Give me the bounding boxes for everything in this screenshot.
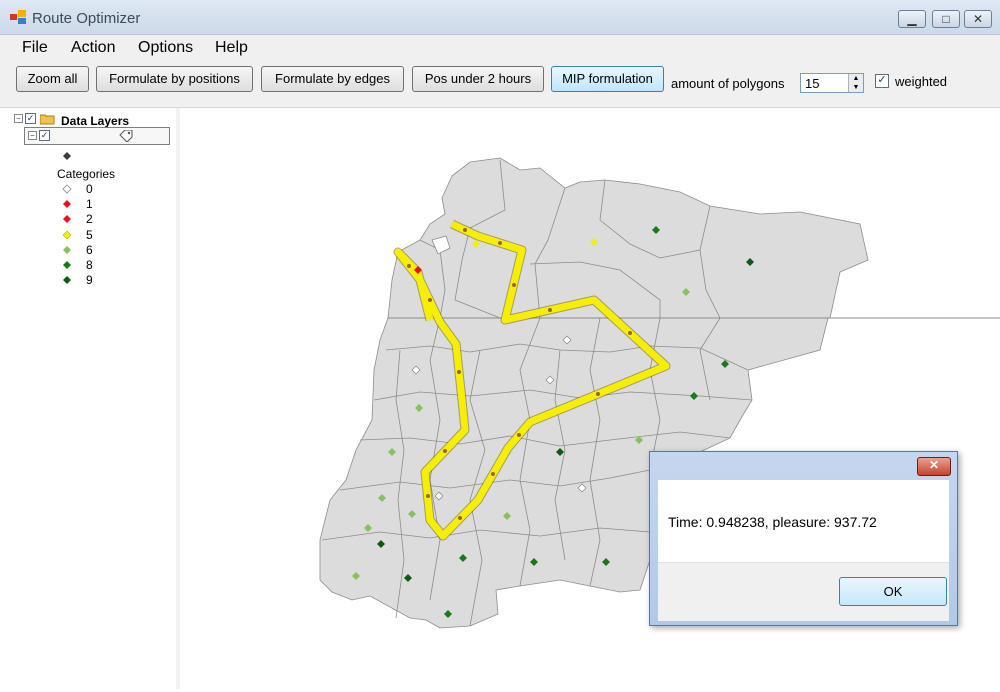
menu-action[interactable]: Action [71, 39, 115, 57]
category-9-label: 9 [86, 273, 93, 287]
category-6-label: 6 [86, 243, 93, 257]
route-arrow [512, 283, 516, 287]
map-region [387, 157, 869, 319]
zoom-all-button[interactable]: Zoom all [16, 66, 89, 92]
route-arrow [407, 264, 411, 268]
formulate-by-edges-button[interactable]: Formulate by edges [261, 66, 404, 92]
category-2-label: 2 [86, 212, 93, 226]
menu-file[interactable]: File [22, 39, 48, 57]
route-arrow [596, 392, 600, 396]
tree-expander-icon[interactable]: − [14, 114, 23, 123]
dialog-body: Time: 0.948238, pleasure: 937.72 OK [658, 480, 949, 621]
route-arrow [548, 308, 552, 312]
category-0-label: 0 [86, 182, 93, 196]
polygons-label: amount of polygons [671, 76, 785, 91]
result-dialog: ✕ Time: 0.948238, pleasure: 937.72 OK [649, 451, 958, 626]
window-title: Route Optimizer [32, 10, 141, 27]
route-arrow [428, 298, 432, 302]
route-arrow [443, 449, 447, 453]
formulate-by-positions-button[interactable]: Formulate by positions [96, 66, 253, 92]
category-5-label: 5 [86, 228, 93, 242]
layers-checkbox[interactable]: ✓ [25, 113, 36, 124]
layer-row[interactable]: − ✓ [24, 127, 170, 145]
route-arrow [498, 241, 502, 245]
polygons-value[interactable]: 15 [805, 76, 819, 91]
pos-under-2-hours-button[interactable]: Pos under 2 hours [412, 66, 544, 92]
route-arrow [458, 516, 462, 520]
route-arrow [463, 228, 467, 232]
route-arrow [426, 494, 430, 498]
menu-bar: File Action Options Help [0, 35, 1000, 59]
layer-checkbox[interactable]: ✓ [39, 130, 50, 141]
data-layers-label: Data Layers [61, 114, 130, 128]
category-8-swatch-icon [63, 261, 71, 269]
route-arrow [491, 472, 495, 476]
stepper-arrows-icon[interactable]: ▲ ▼ [848, 74, 863, 92]
maximize-button[interactable]: □ [932, 10, 960, 28]
layer-expander-icon[interactable]: − [28, 131, 37, 140]
dialog-footer: OK [658, 562, 949, 621]
category-8-label: 8 [86, 258, 93, 272]
mip-formulation-button[interactable]: MIP formulation [551, 66, 664, 92]
result-message: Time: 0.948238, pleasure: 937.72 [668, 514, 877, 530]
minimize-button[interactable]: ▁ [898, 10, 926, 28]
title-bar: Route Optimizer ▁ □ ✕ [0, 0, 1000, 35]
category-1-swatch-icon [63, 200, 71, 208]
category-9-swatch-icon [63, 276, 71, 284]
layer-symbol-icon [63, 152, 71, 160]
folder-icon [40, 114, 55, 125]
category-1-label: 1 [86, 197, 93, 211]
layers-panel: − ✓ Data Layers − ✓ Categories 0 1 2 5 6… [0, 108, 180, 689]
tag-icon [119, 130, 133, 142]
route-arrow [457, 370, 461, 374]
weighted-checkbox[interactable]: ✓ [875, 74, 889, 88]
polygons-stepper[interactable]: 15 ▲ ▼ [800, 73, 864, 93]
category-5-swatch-icon [62, 230, 72, 240]
app-icon [10, 10, 26, 24]
ok-button[interactable]: OK [839, 577, 947, 606]
close-window-button[interactable]: ✕ [964, 10, 992, 28]
menu-options[interactable]: Options [138, 39, 193, 57]
category-2-swatch-icon [63, 215, 71, 223]
category-0-swatch-icon [62, 184, 72, 194]
category-6-swatch-icon [63, 246, 71, 254]
weighted-label: weighted [895, 74, 948, 89]
categories-label: Categories [57, 167, 116, 181]
dialog-close-button[interactable]: ✕ [917, 457, 951, 476]
menu-help[interactable]: Help [215, 39, 248, 57]
route-arrow [517, 433, 521, 437]
route-arrow [628, 331, 632, 335]
